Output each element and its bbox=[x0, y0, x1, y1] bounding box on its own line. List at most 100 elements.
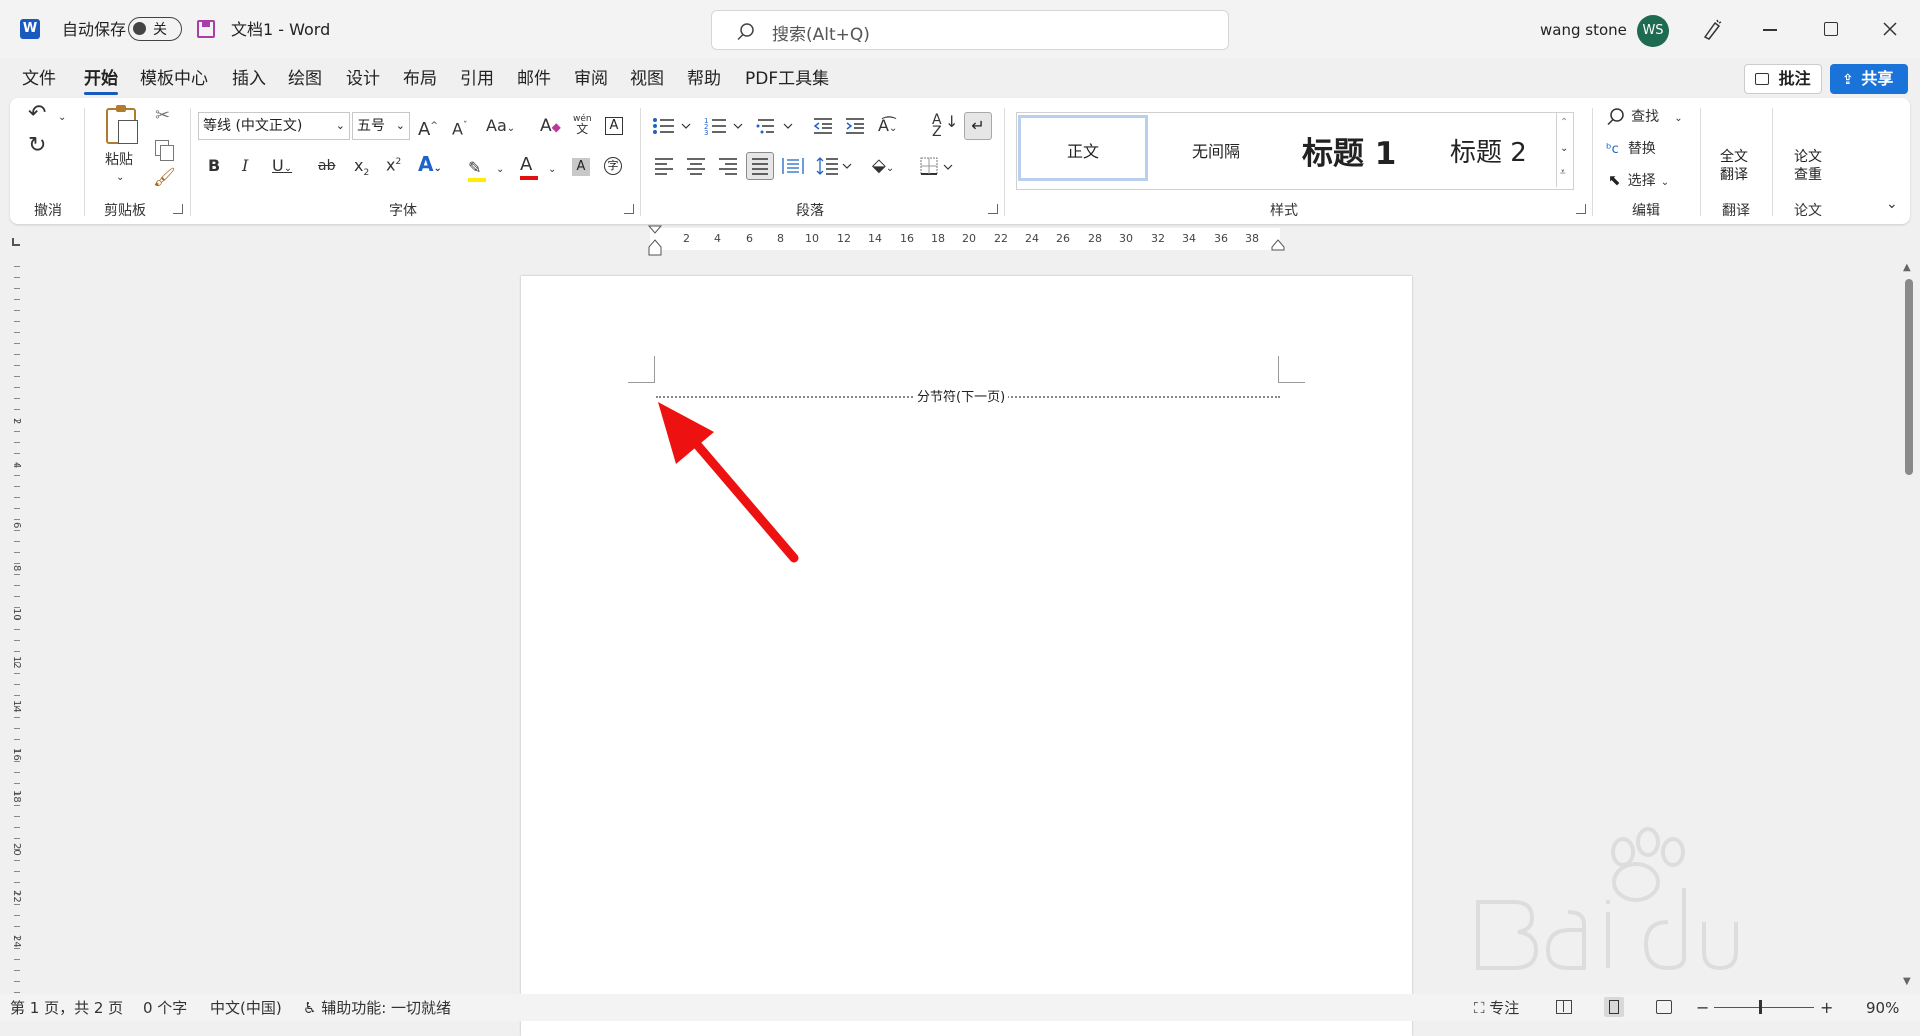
vertical-ruler[interactable] bbox=[14, 256, 20, 996]
copy-icon[interactable] bbox=[155, 140, 174, 161]
underline-icon[interactable]: U⌄ bbox=[272, 156, 292, 179]
align-right-icon[interactable] bbox=[718, 157, 738, 175]
clipboard-launcher-icon[interactable] bbox=[173, 204, 183, 214]
cut-icon[interactable]: ✂ bbox=[155, 106, 170, 126]
subscript-icon[interactable]: x2 bbox=[354, 156, 369, 183]
bullets-icon[interactable] bbox=[652, 116, 696, 136]
text-effects-icon[interactable]: A⌄ bbox=[418, 154, 442, 179]
scroll-up-icon[interactable]: ▲ bbox=[1903, 258, 1911, 278]
chevron-down-icon[interactable]: ⌄ bbox=[1560, 139, 1568, 159]
align-left-icon[interactable] bbox=[654, 157, 674, 175]
chevron-up-icon[interactable]: ⌃ bbox=[1560, 113, 1568, 133]
designer-pen-icon[interactable] bbox=[1700, 18, 1724, 42]
italic-icon[interactable]: I bbox=[242, 156, 248, 176]
user-name[interactable]: wang stone bbox=[1540, 20, 1627, 40]
style-normal[interactable]: 正文 bbox=[1018, 115, 1148, 181]
shrink-font-icon[interactable]: Aˇ bbox=[452, 116, 467, 139]
font-name-select[interactable]: 等线 (中文正文) ⌄ bbox=[198, 112, 350, 140]
character-border-icon[interactable]: A bbox=[605, 117, 623, 135]
tab-help[interactable]: 帮助 bbox=[687, 68, 721, 90]
tab-review[interactable]: 审阅 bbox=[574, 68, 608, 90]
font-color-icon[interactable]: A bbox=[520, 154, 538, 180]
show-formatting-marks-icon[interactable]: ↵ bbox=[964, 112, 992, 140]
tab-view[interactable]: 视图 bbox=[630, 68, 664, 90]
word-count[interactable]: 0 个字 bbox=[143, 998, 187, 1018]
styles-launcher-icon[interactable] bbox=[1576, 204, 1586, 214]
tab-draw[interactable]: 绘图 bbox=[288, 68, 322, 90]
decrease-indent-icon[interactable] bbox=[812, 116, 834, 136]
sort-icon[interactable]: A Z ↓ bbox=[932, 113, 958, 139]
select-button[interactable]: ⬉ 选择 ⌄ bbox=[1608, 170, 1669, 193]
tab-insert[interactable]: 插入 bbox=[232, 68, 266, 90]
replace-button[interactable]: ᵇc 替换 bbox=[1606, 138, 1656, 159]
superscript-icon[interactable]: x2 bbox=[386, 152, 401, 175]
clear-format-icon[interactable]: A◆ bbox=[540, 116, 561, 137]
increase-indent-icon[interactable] bbox=[844, 116, 866, 136]
multilevel-list-icon[interactable] bbox=[756, 116, 800, 136]
accessibility-status[interactable]: ♿ 辅助功能: 一切就绪 bbox=[303, 998, 451, 1018]
avatar[interactable]: WS bbox=[1637, 15, 1669, 47]
bold-icon[interactable]: B bbox=[208, 156, 220, 176]
minimize-icon[interactable] bbox=[1763, 29, 1777, 31]
restore-icon[interactable] bbox=[1824, 22, 1838, 36]
numbering-icon[interactable]: 123 bbox=[704, 116, 748, 136]
tab-mailings[interactable]: 邮件 bbox=[517, 68, 551, 90]
tab-design[interactable]: 设计 bbox=[346, 68, 380, 90]
word-logo-icon[interactable]: W bbox=[20, 19, 40, 39]
indent-marker-icon[interactable] bbox=[647, 224, 663, 258]
autosave-toggle[interactable]: 关 bbox=[128, 17, 182, 41]
close-icon[interactable] bbox=[1883, 22, 1897, 36]
tab-references[interactable]: 引用 bbox=[460, 68, 494, 90]
distributed-icon[interactable] bbox=[782, 157, 804, 175]
character-shading-icon[interactable]: A bbox=[572, 158, 590, 176]
tab-file[interactable]: 文件 bbox=[22, 68, 56, 90]
style-heading-1[interactable]: 标题 1 bbox=[1302, 128, 1396, 173]
font-launcher-icon[interactable] bbox=[624, 204, 634, 214]
find-button[interactable]: 查找 ⌄ bbox=[1606, 106, 1683, 129]
save-icon[interactable] bbox=[197, 20, 215, 38]
style-heading-2[interactable]: 标题 2 bbox=[1450, 132, 1527, 169]
asian-layout-icon[interactable]: A͡⌄ bbox=[878, 116, 897, 139]
full-text-translate-button[interactable]: 全文 翻译 bbox=[1720, 148, 1748, 184]
tab-pdf-tools[interactable]: PDF工具集 bbox=[745, 68, 829, 90]
justify-button[interactable] bbox=[746, 152, 774, 180]
share-button[interactable]: ⇪ 共享 bbox=[1830, 64, 1908, 94]
shading-icon[interactable]: ⬙⌄ bbox=[872, 156, 894, 179]
line-spacing-icon[interactable] bbox=[816, 156, 852, 176]
align-center-icon[interactable] bbox=[686, 157, 706, 175]
search-box[interactable]: 搜索(Alt+Q) bbox=[711, 10, 1229, 50]
borders-icon[interactable] bbox=[920, 157, 956, 177]
highlight-icon[interactable]: ✎ bbox=[468, 158, 486, 182]
grow-font-icon[interactable]: A^ bbox=[418, 116, 438, 140]
right-indent-marker-icon[interactable] bbox=[1270, 238, 1286, 252]
zoom-level[interactable]: 90% bbox=[1866, 998, 1899, 1018]
collapse-ribbon-icon[interactable]: ⌄ bbox=[1886, 194, 1898, 214]
paper-check-button[interactable]: 论文 查重 bbox=[1794, 148, 1822, 184]
redo-icon[interactable]: ↻ bbox=[28, 135, 46, 157]
highlight-dropdown-icon[interactable]: ⌄ bbox=[496, 160, 504, 180]
format-painter-icon[interactable]: 🖌 bbox=[153, 168, 176, 188]
phonetic-guide-icon[interactable]: wén 文 bbox=[573, 114, 592, 136]
undo-icon[interactable]: ↶ bbox=[28, 103, 46, 125]
tab-selector-icon[interactable] bbox=[12, 238, 20, 246]
scroll-down-icon[interactable]: ▼ bbox=[1903, 972, 1911, 992]
style-no-spacing[interactable]: 无间隔 bbox=[1192, 138, 1240, 162]
strikethrough-icon[interactable]: ab bbox=[318, 156, 335, 176]
paste-button[interactable]: 粘贴 bbox=[105, 150, 133, 170]
page-info[interactable]: 第 1 页，共 2 页 bbox=[10, 998, 123, 1018]
enclose-characters-icon[interactable]: 字 bbox=[604, 157, 622, 175]
paragraph-launcher-icon[interactable] bbox=[988, 204, 998, 214]
comments-button[interactable]: 批注 bbox=[1744, 64, 1822, 94]
tab-template-center[interactable]: 模板中心 bbox=[140, 68, 208, 90]
font-size-select[interactable]: 五号 ⌄ bbox=[352, 112, 410, 140]
scrollbar-thumb[interactable] bbox=[1905, 279, 1913, 475]
change-case-icon[interactable]: Aa⌄ bbox=[486, 116, 515, 139]
tab-home[interactable]: 开始 bbox=[84, 68, 118, 90]
language[interactable]: 中文(中国) bbox=[210, 998, 282, 1018]
styles-more-icon[interactable]: ⩡ bbox=[1560, 163, 1566, 183]
undo-dropdown-icon[interactable]: ⌄ bbox=[58, 108, 66, 128]
paste-icon[interactable] bbox=[106, 105, 138, 144]
paste-dropdown-icon[interactable]: ⌄ bbox=[116, 168, 124, 188]
tab-layout[interactable]: 布局 bbox=[403, 68, 437, 90]
font-color-dropdown-icon[interactable]: ⌄ bbox=[548, 160, 556, 180]
